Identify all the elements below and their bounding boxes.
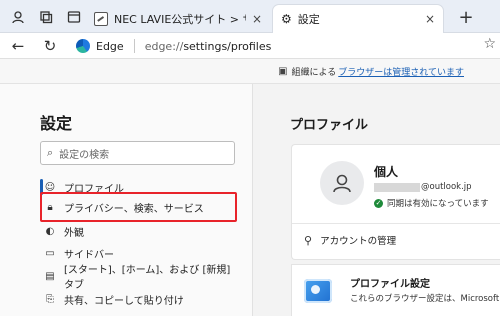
arrow-left-icon: ←	[11, 37, 25, 55]
profile-settings-card[interactable]: プロファイル設定 これらのブラウザー設定は、Microsoft Edge	[291, 264, 500, 316]
settings-sidebar: 設定 ⌕ 設定の検索 ☺ プロファイル 🔒︎ プライバシー、検索、サービス ◐ …	[0, 84, 253, 316]
profile-settings-description: これらのブラウザー設定は、Microsoft Edge	[350, 294, 500, 304]
url-scheme: edge://	[144, 39, 184, 53]
managed-prefix: 組織による	[291, 67, 337, 78]
search-placeholder: 設定の検索	[59, 149, 110, 161]
favorite-star-icon[interactable]: ☆	[483, 36, 496, 52]
share-icon: ⎘	[46, 293, 54, 305]
sync-status-text: 同期は有効になっています	[387, 199, 489, 209]
tab-strip: NEC LAVIE公式サイト > サービス&サ × ⚙ 設定 × +	[0, 0, 500, 33]
palette-icon: ◐	[45, 225, 55, 237]
tab-settings[interactable]: ⚙ 設定 ×	[272, 4, 444, 33]
page-favicon-icon	[94, 11, 108, 26]
sidebar-item-start-home-newtab[interactable]: ▤ [スタート]、[ホーム]、および [新規] タブ	[44, 265, 239, 291]
profile-name: 個人	[374, 165, 399, 179]
divider	[292, 223, 500, 224]
tab-close-icon[interactable]: ×	[252, 12, 262, 26]
email-suffix: @outlook.jp	[421, 182, 472, 192]
managed-link[interactable]: ブラウザーは管理されています	[338, 65, 464, 78]
gear-icon: ⚙	[281, 12, 292, 26]
managed-browser-banner: ▣ 組織による ブラウザーは管理されています	[0, 59, 500, 84]
tab-title: NEC LAVIE公式サイト > サービス&サ	[114, 12, 246, 26]
profile-settings-title: プロファイル設定	[350, 279, 430, 290]
sidebar-item-label: 外観	[64, 227, 84, 239]
omnibox-divider	[133, 39, 135, 53]
workspaces-icon[interactable]	[36, 7, 56, 27]
sidebar-item-label: [スタート]、[ホーム]、および [新規] タブ	[64, 265, 231, 291]
sidebar-item-share-copy-paste[interactable]: ⎘ 共有、コピーして貼り付け	[44, 288, 239, 310]
sidebar-item-label: 共有、コピーして貼り付け	[64, 295, 184, 307]
refresh-button[interactable]: ↻	[40, 36, 60, 56]
account-icon: ⚲	[304, 233, 313, 247]
redacted-email-block	[374, 182, 420, 192]
settings-title: 設定	[40, 114, 73, 133]
refresh-icon: ↻	[43, 37, 57, 55]
address-bar[interactable]: Edge edge:// settings/profiles ☆	[76, 35, 500, 57]
check-circle-icon: ✓	[374, 198, 383, 208]
settings-search-input[interactable]: ⌕ 設定の検索	[40, 141, 235, 165]
browser-window: NEC LAVIE公式サイト > サービス&サ × ⚙ 設定 × + ← ↻ E…	[0, 0, 500, 316]
sidebar-item-appearance[interactable]: ◐ 外観	[44, 220, 239, 242]
avatar	[320, 161, 364, 205]
address-bar-row: ← ↻ Edge edge:// settings/profiles ☆	[0, 33, 500, 59]
profile-email: @outlook.jp	[374, 182, 472, 192]
cube-icon	[40, 11, 53, 24]
profile-settings-icon	[304, 279, 332, 303]
sidebar-icon: ▭	[45, 247, 55, 259]
settings-page: 設定 ⌕ 設定の検索 ☺ プロファイル 🔒︎ プライバシー、検索、サービス ◐ …	[0, 84, 500, 316]
back-button[interactable]: ←	[8, 36, 28, 56]
manage-accounts-label: アカウントの管理	[320, 236, 397, 247]
profile-avatar-icon[interactable]	[8, 7, 28, 27]
tab-actions-icon[interactable]	[64, 7, 84, 27]
tab-title: 設定	[297, 13, 320, 26]
tab-nec-lavie[interactable]: NEC LAVIE公式サイト > サービス&サ ×	[86, 4, 270, 33]
person-icon	[12, 11, 24, 24]
sidebar-item-label: サイドバー	[64, 249, 114, 261]
sync-status: ✓ 同期は有効になっています	[374, 197, 489, 209]
tabs-menu-icon	[67, 11, 81, 23]
page-title: プロファイル	[290, 118, 369, 133]
person-icon	[333, 174, 351, 193]
edge-logo-icon	[76, 39, 90, 53]
search-icon: ⌕	[47, 146, 54, 159]
building-icon: ▣	[278, 65, 288, 77]
new-tab-button[interactable]: +	[456, 7, 476, 28]
highlight-box	[40, 192, 237, 222]
profile-card: 個人 @outlook.jp ✓ 同期は有効になっています ⚲ アカウントの管理	[291, 144, 500, 260]
browser-label: Edge	[96, 39, 124, 53]
url-path: settings/profiles	[183, 39, 272, 53]
tab-close-icon[interactable]: ×	[425, 12, 435, 26]
manage-accounts-link[interactable]: ⚲ アカウントの管理	[304, 233, 397, 248]
home-tab-icon: ▤	[45, 270, 55, 282]
